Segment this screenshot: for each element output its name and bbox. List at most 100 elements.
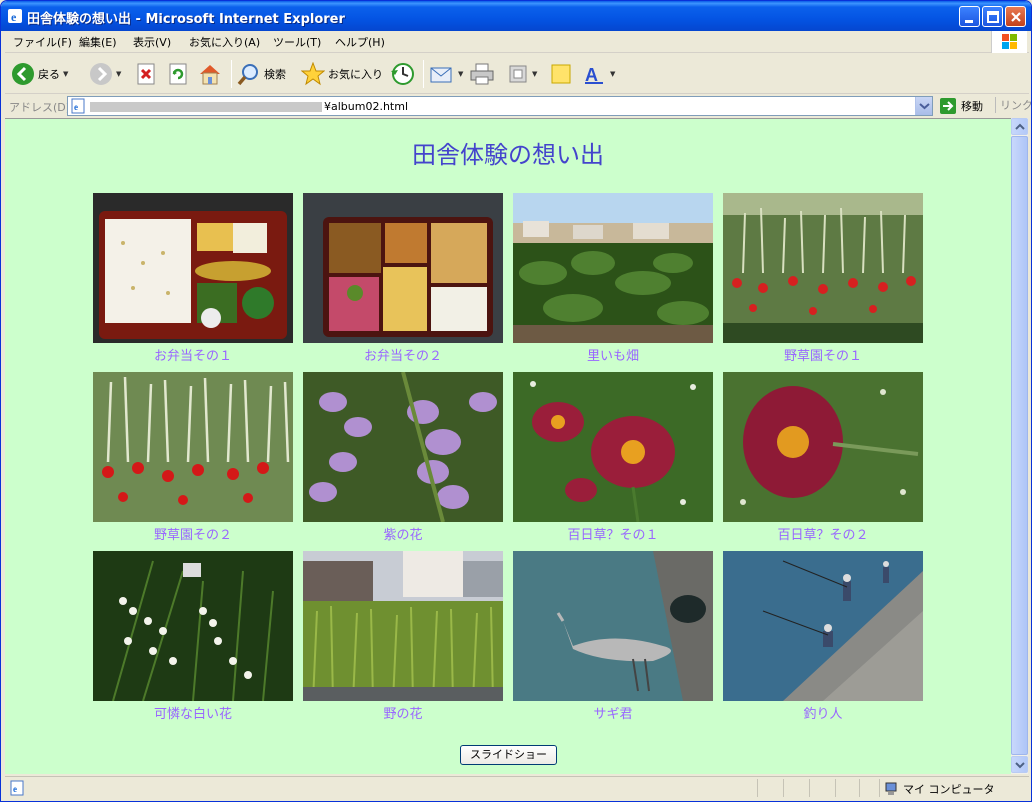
photo-thumbnail[interactable] xyxy=(303,372,503,522)
photo-thumbnail[interactable] xyxy=(723,551,923,701)
status-bar: e マイ コンピュータ xyxy=(5,776,1029,798)
mail-button[interactable]: ▼ xyxy=(429,59,463,89)
photo-thumbnail[interactable] xyxy=(93,372,293,522)
page-content: 田舎体験の想い出 お弁当その１ お弁当その２ 里いも畑 野草園その１ 野草園その２ 紫の花… xyxy=(5,118,1011,774)
zone-label: マイ コンピュータ xyxy=(903,783,995,796)
scroll-up-icon[interactable] xyxy=(1011,118,1028,135)
page-title: 田舎体験の想い出 xyxy=(412,141,604,169)
photo-item: 百日草？その２ xyxy=(723,372,923,543)
photo-caption-link[interactable]: 紫の花 xyxy=(303,524,503,543)
photo-thumbnail[interactable] xyxy=(723,193,923,343)
go-label: 移動 xyxy=(961,100,983,113)
window-title: 田舎体験の想い出 - Microsoft Internet Explorer xyxy=(27,12,345,27)
address-bar: アドレス(D) e ¥album02.html 移動 リンク xyxy=(5,95,1031,117)
photo-thumbnail[interactable] xyxy=(303,551,503,701)
menu-file[interactable]: ファイル(F) xyxy=(13,34,72,50)
home-button[interactable] xyxy=(197,59,223,89)
photo-item: 紫の花 xyxy=(303,372,503,543)
scroll-thumb[interactable] xyxy=(1011,136,1028,755)
page-icon: e xyxy=(71,98,85,114)
zone-indicator: マイ コンピュータ xyxy=(883,781,995,797)
back-arrow-icon xyxy=(12,63,34,85)
address-url: ¥album02.html xyxy=(324,100,409,113)
address-input[interactable]: e ¥album02.html xyxy=(67,96,933,116)
links-button[interactable]: リンク xyxy=(995,97,1031,113)
search-label: 検索 xyxy=(264,68,286,81)
windows-logo-icon xyxy=(991,31,1027,53)
minimize-button[interactable] xyxy=(959,6,980,27)
svg-text:e: e xyxy=(13,784,17,794)
photo-item: 百日草？その１ xyxy=(513,372,713,543)
photo-thumbnail[interactable] xyxy=(723,372,923,522)
photo-caption-link[interactable]: お弁当その２ xyxy=(303,345,503,364)
photo-caption-link[interactable]: 百日草？その１ xyxy=(513,524,713,543)
photo-caption-link[interactable]: 釣り人 xyxy=(723,703,923,722)
photo-caption-link[interactable]: 野草園その１ xyxy=(723,345,923,364)
back-dropdown-icon[interactable]: ▼ xyxy=(63,70,68,78)
photo-caption-link[interactable]: 野草園その２ xyxy=(93,524,293,543)
go-arrow-icon xyxy=(940,98,956,114)
vertical-scrollbar[interactable] xyxy=(1011,118,1028,774)
back-button[interactable]: 戻る ▼ xyxy=(11,59,68,89)
forward-dropdown-icon[interactable]: ▼ xyxy=(116,70,121,78)
font-button[interactable]: A ▼ xyxy=(583,59,615,89)
photo-item: 里いも畑 xyxy=(513,193,713,364)
font-size-icon: A xyxy=(585,65,603,85)
toolbar: 戻る ▼ ▼ 検索 お気に入り ▼ ▼ A ▼ xyxy=(5,54,1029,94)
search-button[interactable]: 検索 xyxy=(237,59,286,89)
go-button[interactable]: 移動 xyxy=(939,97,983,115)
menu-favorites[interactable]: お気に入り(A) xyxy=(189,34,260,50)
title-bar[interactable]: e 田舎体験の想い出 - Microsoft Internet Explorer xyxy=(1,1,1031,31)
photo-item: 野草園その２ xyxy=(93,372,293,543)
photo-caption-link[interactable]: 里いも畑 xyxy=(513,345,713,364)
photo-caption-link[interactable]: 百日草？その２ xyxy=(723,524,923,543)
refresh-icon xyxy=(169,63,187,85)
photo-caption-link[interactable]: 可憐な白い花 xyxy=(93,703,293,722)
stop-button[interactable] xyxy=(135,59,157,89)
scroll-down-icon[interactable] xyxy=(1011,756,1028,773)
menu-view[interactable]: 表示(V) xyxy=(133,34,171,50)
discuss-button[interactable] xyxy=(549,59,573,89)
photo-caption-link[interactable]: お弁当その１ xyxy=(93,345,293,364)
photo-item: 野の花 xyxy=(303,551,503,722)
close-button[interactable] xyxy=(1005,6,1026,27)
note-icon xyxy=(551,64,571,84)
forward-button[interactable]: ▼ xyxy=(89,59,121,89)
photo-caption-link[interactable]: 野の花 xyxy=(303,703,503,722)
svg-text:e: e xyxy=(11,10,17,24)
home-icon xyxy=(200,65,220,85)
photo-item: 可憐な白い花 xyxy=(93,551,293,722)
font-dropdown-icon[interactable]: ▼ xyxy=(610,70,615,78)
refresh-button[interactable] xyxy=(167,59,189,89)
menu-tools[interactable]: ツール(T) xyxy=(273,34,321,50)
address-dropdown-icon[interactable] xyxy=(915,97,932,115)
favorites-label: お気に入り xyxy=(328,68,383,81)
print-button[interactable] xyxy=(469,59,495,89)
star-icon xyxy=(301,62,325,86)
photo-thumbnail[interactable] xyxy=(513,372,713,522)
stop-icon xyxy=(137,63,155,85)
photo-thumbnail[interactable] xyxy=(513,193,713,343)
mail-icon xyxy=(430,67,452,83)
photo-item: 釣り人 xyxy=(723,551,923,722)
favorites-button[interactable]: お気に入り xyxy=(301,59,383,89)
ie-icon: e xyxy=(8,9,22,24)
photo-thumbnail[interactable] xyxy=(93,551,293,701)
menu-edit[interactable]: 編集(E) xyxy=(79,34,117,50)
photo-thumbnail[interactable] xyxy=(513,551,713,701)
photo-thumbnail[interactable] xyxy=(303,193,503,343)
maximize-button[interactable] xyxy=(982,6,1003,27)
edit-dropdown-icon[interactable]: ▼ xyxy=(532,70,537,78)
photo-item: お弁当その１ xyxy=(93,193,293,364)
photo-caption-link[interactable]: サギ君 xyxy=(513,703,713,722)
menu-bar: ファイル(F) 編集(E) 表示(V) お気に入り(A) ツール(T) ヘルプ(… xyxy=(5,31,1029,53)
photo-thumbnail[interactable] xyxy=(93,193,293,343)
mail-dropdown-icon[interactable]: ▼ xyxy=(458,70,463,78)
back-label: 戻る xyxy=(38,68,60,81)
slideshow-button[interactable]: スライドショー xyxy=(460,745,557,765)
menu-help[interactable]: ヘルプ(H) xyxy=(335,34,385,50)
history-button[interactable] xyxy=(389,59,415,89)
address-label: アドレス(D) xyxy=(9,101,71,114)
browser-window: e 田舎体験の想い出 - Microsoft Internet Explorer… xyxy=(0,0,1032,802)
edit-button[interactable]: ▼ xyxy=(507,59,537,89)
